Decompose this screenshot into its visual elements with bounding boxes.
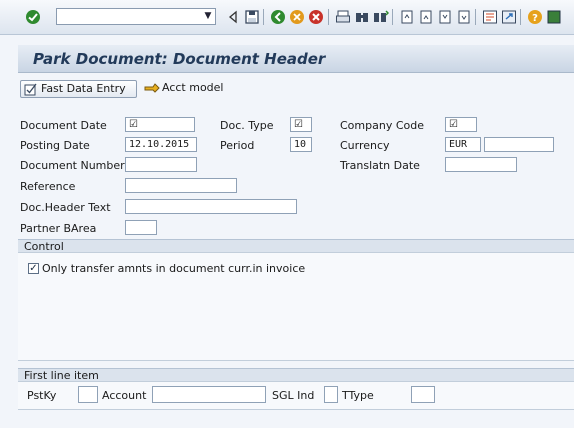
find-next-icon[interactable] xyxy=(373,9,389,25)
cancel-icon[interactable] xyxy=(308,9,324,25)
posting-date-label: Posting Date xyxy=(20,139,90,152)
account-field[interactable] xyxy=(152,386,266,403)
posting-date-field[interactable]: 12.10.2015 xyxy=(125,137,197,152)
sgl-ind-label: SGL Ind xyxy=(272,389,315,402)
enter-icon[interactable] xyxy=(25,9,41,25)
doc-type-field[interactable]: ☑ xyxy=(290,117,312,132)
only-transfer-label: Only transfer amnts in document curr.in … xyxy=(42,262,306,275)
pstky-label: PstKy xyxy=(27,389,57,402)
document-date-label: Document Date xyxy=(20,119,107,132)
currency-label: Currency xyxy=(340,139,390,152)
company-code-label: Company Code xyxy=(340,119,424,132)
toolbar-separator xyxy=(392,9,393,25)
period-label: Period xyxy=(220,139,255,152)
find-icon[interactable] xyxy=(354,9,370,25)
currency-field[interactable]: EUR xyxy=(445,137,481,152)
back-icon[interactable] xyxy=(270,9,286,25)
back-triangle-icon[interactable] xyxy=(225,9,241,25)
company-code-field[interactable]: ☑ xyxy=(445,117,477,132)
print-icon[interactable] xyxy=(335,9,351,25)
title-bar: Park Document: Document Header xyxy=(18,45,574,73)
exit-icon[interactable] xyxy=(289,9,305,25)
hand-pointer-icon xyxy=(144,83,160,93)
reference-field[interactable] xyxy=(125,178,237,193)
svg-text:?: ? xyxy=(532,13,538,24)
pstky-field[interactable] xyxy=(78,386,98,403)
help-icon[interactable]: ? xyxy=(527,9,543,25)
translatn-date-label: Translatn Date xyxy=(340,159,420,172)
translatn-date-field[interactable] xyxy=(445,157,517,172)
partner-barea-field[interactable] xyxy=(125,220,157,235)
doc-header-text-field[interactable] xyxy=(125,199,297,214)
document-date-field[interactable]: ☑ xyxy=(125,117,195,132)
period-field[interactable]: 10 xyxy=(290,137,312,152)
chevron-down-icon[interactable]: ▼ xyxy=(203,10,213,23)
page-title: Park Document: Document Header xyxy=(33,50,326,68)
toolbar-separator xyxy=(263,9,264,25)
first-page-icon[interactable] xyxy=(399,9,415,25)
toolbar-separator xyxy=(520,9,521,25)
fast-data-entry-button[interactable]: Fast Data Entry xyxy=(20,80,137,98)
account-label: Account xyxy=(102,389,147,402)
last-page-icon[interactable] xyxy=(456,9,472,25)
ttype-label: TType xyxy=(342,389,374,402)
first-line-item-header: First line item xyxy=(18,368,574,382)
control-group-body: ✓ Only transfer amnts in document curr.i… xyxy=(18,253,574,361)
first-line-item-body: PstKy Account SGL Ind TType xyxy=(18,382,574,410)
save-icon[interactable] xyxy=(244,9,260,25)
only-transfer-checkbox[interactable]: ✓ xyxy=(28,263,39,274)
control-group-header: Control xyxy=(18,239,574,253)
customize-icon[interactable] xyxy=(546,9,562,25)
reference-label: Reference xyxy=(20,180,76,193)
acct-model-button[interactable]: Acct model xyxy=(142,80,232,98)
document-number-label: Document Number xyxy=(20,159,125,172)
system-toolbar: ▼ ? xyxy=(0,0,574,35)
toolbar-separator xyxy=(328,9,329,25)
partner-barea-label: Partner BArea xyxy=(20,222,97,235)
shortcut-icon[interactable] xyxy=(501,9,517,25)
ttype-field[interactable] xyxy=(411,386,435,403)
acct-model-label: Acct model xyxy=(162,81,224,94)
doc-header-text-label: Doc.Header Text xyxy=(20,201,111,214)
edit-checkbox-icon xyxy=(24,83,37,96)
create-session-icon[interactable] xyxy=(482,9,498,25)
doc-type-label: Doc. Type xyxy=(220,119,274,132)
sgl-ind-field[interactable] xyxy=(324,386,338,403)
fast-data-entry-label: Fast Data Entry xyxy=(41,82,126,95)
document-number-field[interactable] xyxy=(125,157,197,172)
previous-page-icon[interactable] xyxy=(418,9,434,25)
exchange-rate-field[interactable] xyxy=(484,137,554,152)
command-field[interactable] xyxy=(56,8,216,25)
toolbar-separator xyxy=(475,9,476,25)
next-page-icon[interactable] xyxy=(437,9,453,25)
